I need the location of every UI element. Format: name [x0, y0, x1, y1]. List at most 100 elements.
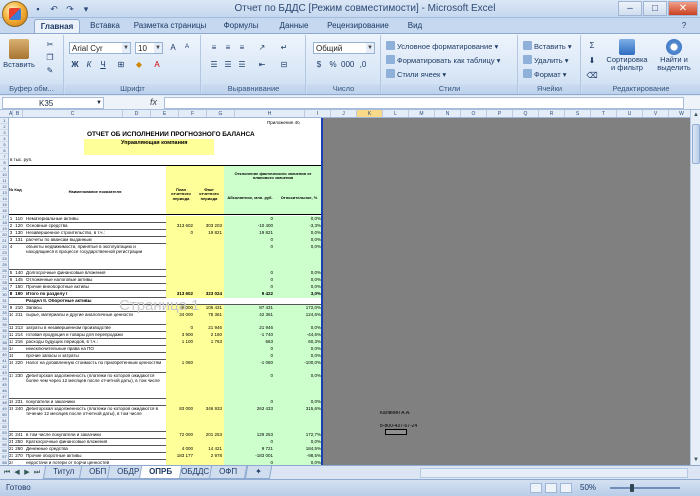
- cell-abs[interactable]: 9 721: [225, 447, 273, 452]
- cell-rel[interactable]: -3,3%: [275, 224, 321, 229]
- cell-n[interactable]: 14: [9, 347, 13, 352]
- cell-styles-button[interactable]: Стили ячеек ▾: [386, 69, 446, 79]
- cell-abs[interactable]: 0: [225, 354, 273, 359]
- align-right-icon[interactable]: ☰: [236, 59, 248, 70]
- column-header[interactable]: C: [23, 110, 123, 117]
- cell-abs[interactable]: 263 433: [225, 407, 273, 412]
- insert-function-icon[interactable]: fx: [150, 97, 157, 107]
- qat-dropdown-icon[interactable]: ▾: [80, 3, 92, 15]
- cell-name[interactable]: Краткосрочные финансовые вложения: [26, 440, 164, 445]
- font-size-combo[interactable]: 10 ▼: [135, 42, 163, 54]
- column-header[interactable]: D: [123, 110, 151, 117]
- delete-cells-button[interactable]: Удалить ▾: [523, 55, 569, 65]
- percent-icon[interactable]: %: [327, 59, 339, 70]
- cell-rel[interactable]: 0,0%: [275, 245, 321, 250]
- save-icon[interactable]: ▪: [32, 3, 44, 15]
- align-left-icon[interactable]: ☰: [208, 59, 220, 70]
- cell-name[interactable]: расчеты по авансам выданным: [26, 238, 164, 243]
- cell-code[interactable]: 250: [13, 440, 25, 445]
- column-header[interactable]: J: [331, 110, 357, 117]
- cell-code[interactable]: 140: [13, 271, 25, 276]
- cell-rel[interactable]: 0,0%: [275, 278, 321, 283]
- first-sheet-icon[interactable]: ⏮: [2, 468, 12, 478]
- cell-fact[interactable]: 2 978: [195, 454, 222, 459]
- sheet-tab[interactable]: ОПРБ: [138, 466, 183, 479]
- cell-name[interactable]: Денежные средства: [26, 447, 164, 452]
- cell-rel[interactable]: 0,0%: [275, 271, 321, 276]
- cell-rel[interactable]: 0,0%: [275, 285, 321, 290]
- cell-code[interactable]: 260: [13, 447, 25, 452]
- cell-code[interactable]: 240: [13, 407, 25, 412]
- name-box[interactable]: K35 ▼: [2, 97, 104, 109]
- cell-name[interactable]: в том числе покупатели и заказчики: [26, 433, 164, 438]
- cell-name[interactable]: неисключительные права на ПО: [26, 347, 164, 352]
- cell-fact[interactable]: 19 821: [195, 231, 222, 236]
- autosum-icon[interactable]: Σ: [586, 40, 598, 51]
- cell-rel[interactable]: 0,0%: [275, 238, 321, 243]
- cell-abs[interactable]: 0: [225, 347, 273, 352]
- cell-abs[interactable]: 0: [225, 374, 273, 379]
- cell-abs[interactable]: 87 431: [225, 306, 273, 311]
- cell-rel[interactable]: 0,0%: [275, 354, 321, 359]
- cell-name[interactable]: прочие запасы и затраты: [26, 354, 164, 359]
- cell-plan[interactable]: 313 602: [166, 224, 193, 229]
- help-icon[interactable]: ?: [672, 19, 696, 33]
- redo-icon[interactable]: ↷: [64, 3, 76, 15]
- column-header[interactable]: O: [461, 110, 487, 117]
- font-name-combo[interactable]: Arial Cyr ▼: [69, 42, 131, 54]
- cell-abs[interactable]: 663: [225, 340, 273, 345]
- cell-rel[interactable]: -44,6%: [275, 333, 321, 338]
- cell-name[interactable]: Налог на добавленную стоимость по приобр…: [26, 361, 164, 366]
- cell-rel[interactable]: 3,0%: [275, 292, 321, 297]
- cell-name[interactable]: Основные средства: [26, 224, 164, 229]
- orientation-icon[interactable]: ↗: [256, 42, 268, 53]
- cell-name[interactable]: Прочие внеоборотные активы: [26, 285, 164, 290]
- align-top-icon[interactable]: ≡: [208, 42, 220, 53]
- align-center-icon[interactable]: ☰: [222, 59, 234, 70]
- next-sheet-icon[interactable]: ▶: [22, 468, 32, 478]
- cell-abs[interactable]: 0: [225, 440, 273, 445]
- column-header[interactable]: I: [305, 110, 331, 117]
- insert-cells-button[interactable]: Вставить ▾: [523, 41, 572, 51]
- cell-rel[interactable]: 0,0%: [275, 440, 321, 445]
- page-layout-view-button[interactable]: [545, 483, 557, 493]
- cell-abs[interactable]: -1 060: [225, 361, 273, 366]
- cell-fact[interactable]: 346 933: [195, 407, 222, 412]
- tab-view[interactable]: Вид: [400, 19, 430, 33]
- minimize-button[interactable]: –: [618, 1, 642, 16]
- thousands-icon[interactable]: 000: [341, 59, 354, 70]
- cell-rel[interactable]: 0,0%: [275, 231, 321, 236]
- column-header[interactable]: W: [669, 110, 690, 117]
- cell-abs[interactable]: 19 821: [225, 231, 273, 236]
- cell-name[interactable]: готовая продукция и товары для перепрода…: [26, 333, 164, 338]
- cell-rel[interactable]: 0,0%: [275, 374, 321, 379]
- wrap-text-icon[interactable]: ↵: [278, 42, 290, 53]
- cell-rel[interactable]: 172,7%: [275, 433, 321, 438]
- cell-rel[interactable]: 172,0%: [275, 306, 321, 311]
- cell-code[interactable]: 131: [13, 238, 25, 243]
- cell-fact[interactable]: 303 203: [195, 224, 222, 229]
- column-header[interactable]: E: [151, 110, 179, 117]
- cell-plan[interactable]: 1 060: [166, 361, 193, 366]
- formula-input[interactable]: [164, 97, 684, 109]
- cell-rel[interactable]: 0,0%: [275, 326, 321, 331]
- cell-abs[interactable]: 42 361: [225, 313, 273, 318]
- underline-button[interactable]: Ч: [97, 59, 109, 70]
- cell-n[interactable]: 4: [9, 245, 13, 250]
- fill-icon[interactable]: ⬇: [586, 55, 598, 66]
- tab-review[interactable]: Рецензирование: [322, 19, 394, 33]
- cell-rel[interactable]: 60,3%: [275, 340, 321, 345]
- cell-code[interactable]: 270: [13, 454, 25, 459]
- cell-code[interactable]: 231: [13, 400, 25, 405]
- cell-plan[interactable]: 4 000: [166, 447, 193, 452]
- clear-icon[interactable]: ⌫: [586, 70, 598, 81]
- sort-filter-button[interactable]: Сортировка и фильтр: [604, 39, 650, 73]
- cell-name[interactable]: Прочие оборотные активы: [26, 454, 164, 459]
- cell-code[interactable]: 241: [13, 433, 25, 438]
- sheet-tab[interactable]: ОФП: [208, 466, 248, 479]
- cell-code[interactable]: 230: [13, 374, 25, 379]
- column-header[interactable]: Q: [513, 110, 539, 117]
- cell-name[interactable]: Незавершенное строительство, в т.ч.:: [26, 231, 164, 236]
- column-header[interactable]: R: [539, 110, 565, 117]
- undo-icon[interactable]: ↶: [48, 3, 60, 15]
